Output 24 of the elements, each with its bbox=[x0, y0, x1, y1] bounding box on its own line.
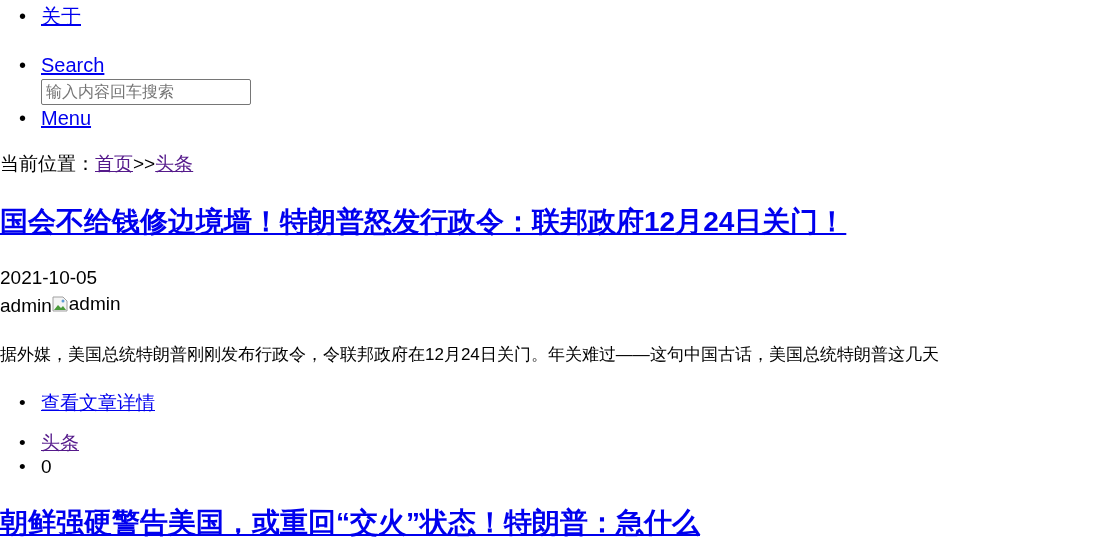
article-title-link[interactable]: 朝鲜强硬警告美国，或重回“交火”状态！特朗普：急什么 bbox=[0, 507, 700, 538]
category-link[interactable]: 头条 bbox=[41, 432, 79, 453]
article-title-link[interactable]: 国会不给钱修边境墙！特朗普怒发行政令：联邦政府12月24日关门！ bbox=[0, 206, 847, 237]
bullet: • bbox=[18, 5, 27, 28]
breadcrumb-label: 当前位置： bbox=[0, 153, 95, 174]
bullet: • bbox=[18, 392, 27, 414]
breadcrumb-link[interactable]: 头条 bbox=[155, 153, 194, 174]
bullet: • bbox=[18, 107, 27, 130]
breadcrumb-link[interactable]: 首页 bbox=[95, 153, 133, 174]
image-alt-text: admin bbox=[68, 292, 121, 316]
broken-image-icon bbox=[51, 296, 68, 312]
author-name: admin bbox=[0, 295, 52, 316]
search-link[interactable]: Search bbox=[41, 54, 105, 76]
search-field[interactable]: 输入内容回车搜索 bbox=[41, 79, 251, 105]
comment-count: 0 bbox=[41, 456, 52, 477]
article-date: 2021-10-05 bbox=[0, 266, 99, 290]
menu-link[interactable]: Menu bbox=[41, 107, 92, 129]
nav-link[interactable]: 关于 bbox=[41, 5, 81, 27]
article-excerpt: 据外媒，美国总统特朗普刚刚发布行政令，令联邦政府在12月24日关门。年关难过——这句中国古话，美国总统特朗普这几天 bbox=[0, 344, 940, 366]
bullet: • bbox=[18, 456, 27, 478]
bullet: • bbox=[18, 54, 27, 77]
read-more-link[interactable]: 查看文章详情 bbox=[41, 392, 155, 413]
breadcrumb-separator: >> bbox=[133, 153, 156, 174]
bullet: • bbox=[18, 432, 27, 454]
